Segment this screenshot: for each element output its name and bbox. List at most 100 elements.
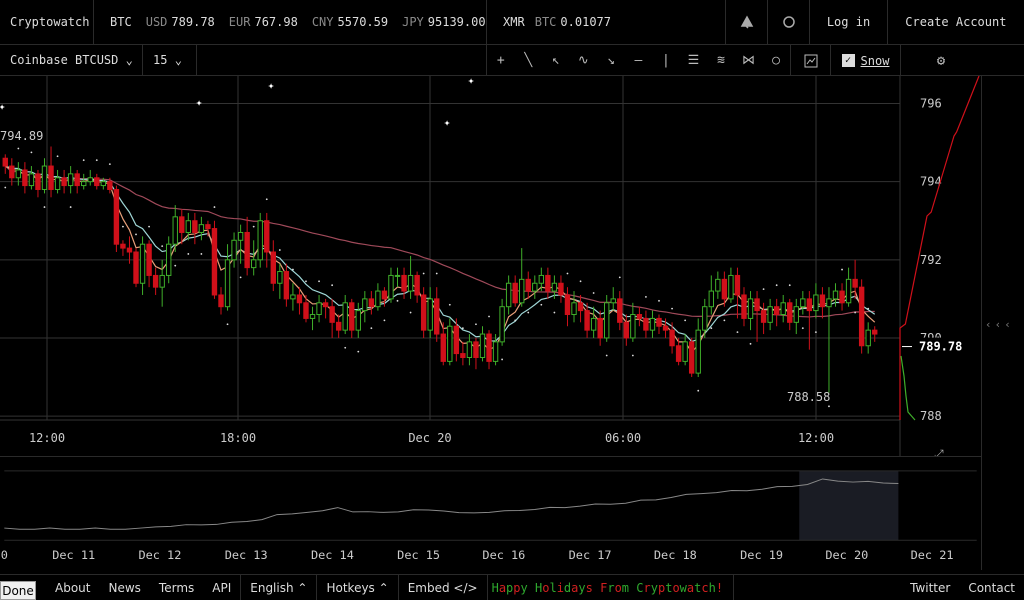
jpy-price[interactable]: 95139.00	[428, 15, 486, 29]
candle-body	[94, 177, 100, 187]
line-tool-icon[interactable]: ╲	[518, 53, 538, 68]
candle-body	[649, 317, 656, 331]
candle-body	[571, 302, 577, 316]
candle-body	[669, 329, 675, 347]
login-button[interactable]: Log in	[810, 0, 888, 45]
xmr-price: 0.01077	[560, 15, 611, 29]
candle-body	[67, 173, 74, 187]
arrow-tool-icon[interactable]: ↖	[546, 53, 566, 68]
api-link[interactable]: API	[203, 574, 242, 600]
candle-body	[2, 157, 8, 167]
xmr-quote[interactable]: XMR BTC 0.01077	[487, 0, 727, 45]
candle-body	[688, 341, 695, 374]
about-link[interactable]: About	[46, 575, 99, 600]
fibonacci-tool-icon[interactable]: ☰	[683, 53, 703, 68]
xmr-symbol: XMR	[503, 15, 525, 29]
holiday-banner: Happy Holidays From Cryptowatch!	[492, 574, 735, 600]
candle-body	[81, 181, 87, 187]
settings-button[interactable]: ⚙	[901, 45, 981, 76]
candle-body	[858, 286, 865, 347]
crosshair-tool-icon[interactable]: +	[491, 53, 511, 68]
candle-body	[41, 165, 48, 190]
theme-button[interactable]	[768, 0, 811, 45]
x-tick-label: Dec 20	[408, 431, 451, 445]
sar-dot	[370, 327, 373, 330]
snow-checkbox[interactable]: ✓	[841, 54, 855, 67]
candle-body	[715, 278, 721, 292]
candle-body	[401, 274, 407, 292]
candle-body	[74, 173, 80, 187]
candle-body	[244, 231, 250, 269]
candle-body	[728, 274, 734, 300]
channel-tool-icon[interactable]: ⋈	[739, 53, 759, 68]
candle-body	[532, 282, 538, 292]
overview-navigator[interactable]: 0 Dec 11 Dec 12 Dec 13 Dec 14 Dec 15 Dec 16 Dec…	[0, 456, 981, 570]
create-account-button[interactable]: Create Account	[888, 0, 1024, 45]
market-selector[interactable]: Coinbase BTCUSD ⌄	[0, 44, 143, 76]
price-chart[interactable]: ✦✦✦✦✦ 78879079279479612:0018:00Dec 2006:…	[0, 76, 981, 456]
language-selector[interactable]: English ⌃	[241, 574, 318, 600]
x-tick-label: 12:00	[29, 431, 65, 445]
candle-body	[577, 302, 584, 312]
embed-label: Embed	[407, 580, 450, 595]
snow-label: Snow	[860, 53, 890, 68]
fan-tool-icon[interactable]: ≋	[711, 53, 731, 68]
period-selector[interactable]: 15 ⌄	[143, 44, 197, 76]
candle-body	[375, 290, 381, 308]
candle-body	[839, 290, 845, 304]
snowflake-icon: ✦	[268, 79, 275, 92]
chevron-down-icon: ⌄	[174, 52, 182, 67]
news-link[interactable]: News	[99, 575, 149, 600]
candle-body	[695, 329, 701, 374]
cny-price[interactable]: 5570.59	[338, 15, 389, 29]
bid-depth-line	[900, 355, 916, 421]
xmr-btc-label: BTC	[534, 15, 557, 29]
sar-dot	[148, 225, 150, 228]
candle-body	[290, 294, 296, 300]
snow-toggle[interactable]: ✓ Snow	[831, 45, 901, 76]
candle-body	[813, 294, 819, 312]
embed-button[interactable]: Embed </>	[399, 574, 488, 600]
market-label: Coinbase BTCUSD	[10, 52, 119, 67]
sar-dot	[422, 272, 425, 275]
curve-tool-icon[interactable]: ∿	[573, 53, 593, 68]
ask-depth-line	[899, 76, 980, 420]
contact-link[interactable]: Contact	[959, 575, 1024, 600]
candle-body	[54, 177, 61, 190]
btc-quotes: BTC USD 789.78 EUR 767.98 CNY 5570.59 JP…	[94, 0, 488, 45]
candle-body	[787, 302, 793, 323]
sar-dot	[305, 280, 307, 283]
chevron-down-icon: ⌄	[125, 52, 133, 67]
candle-body	[505, 282, 512, 308]
candle-body	[277, 271, 283, 284]
candle-body	[179, 216, 185, 233]
y-tick-label: 792	[920, 253, 942, 267]
ellipse-tool-icon[interactable]: ○	[766, 53, 786, 68]
brand-logo[interactable]: Cryptowatch	[0, 0, 95, 45]
terms-link[interactable]: Terms	[150, 575, 203, 600]
candle-body	[394, 274, 401, 277]
overview-date-label: Dec 16	[482, 548, 525, 562]
ray-tool-icon[interactable]: ↘	[601, 53, 621, 68]
eur-price[interactable]: 767.98	[254, 15, 297, 29]
usd-price[interactable]: 789.78	[171, 15, 214, 29]
candle-body	[146, 243, 152, 276]
vertical-line-tool-icon[interactable]: |	[656, 53, 676, 68]
expand-panel-icon[interactable]: ‹‹‹	[985, 318, 1014, 331]
candle-body	[564, 294, 571, 316]
overview-date-label: Dec 14	[311, 548, 354, 562]
candle-body	[159, 274, 165, 288]
horizontal-line-tool-icon[interactable]: —	[628, 53, 648, 68]
hotkeys-button[interactable]: Hotkeys ⌃	[317, 574, 399, 600]
sar-dot	[592, 292, 595, 294]
candle-body	[852, 278, 858, 288]
overview-date-label: Dec 13	[225, 548, 268, 562]
candle-body	[133, 251, 139, 284]
btc-symbol: BTC	[110, 15, 132, 29]
candle-body	[754, 298, 760, 312]
indicators-button[interactable]	[791, 45, 831, 76]
twitter-link[interactable]: Twitter	[901, 575, 959, 600]
candle-body	[800, 298, 806, 308]
alarm-button[interactable]	[726, 0, 769, 45]
candle-body	[499, 306, 505, 343]
